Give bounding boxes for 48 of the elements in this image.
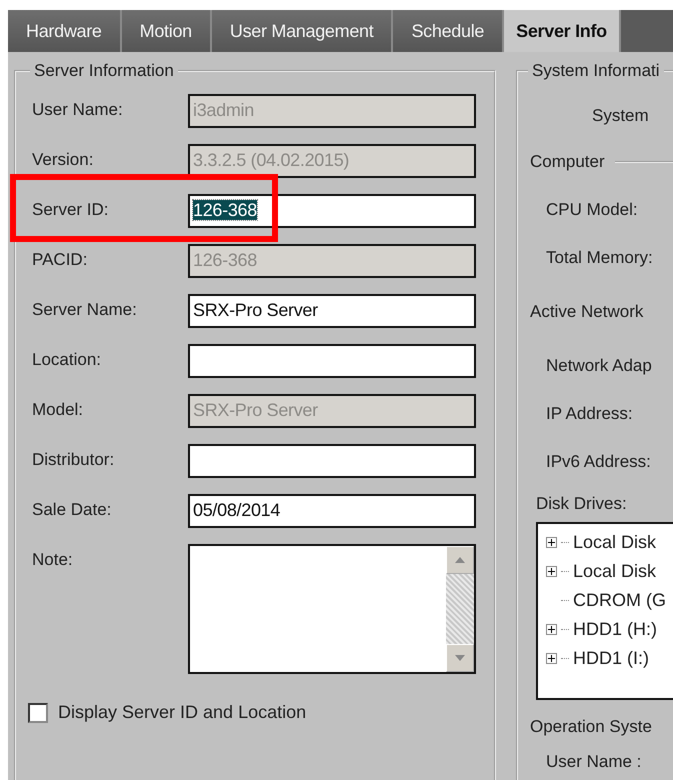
tab[interactable]: Hardware	[8, 10, 122, 52]
tab[interactable]: Server Info	[504, 10, 621, 52]
scroll-up-icon[interactable]	[446, 546, 474, 574]
info-label: Computer	[529, 152, 605, 172]
tab[interactable]: User Management	[212, 10, 394, 52]
tab[interactable]: Motion	[122, 10, 212, 52]
input-field[interactable]: SRX-Pro Server	[188, 294, 476, 328]
field-label: Model:	[32, 399, 84, 420]
field-label: Sale Date:	[32, 499, 112, 520]
disk-tree[interactable]: Local Disk Local Disk CDROM (G HDD1 (H:) HDD1 (I:)	[536, 522, 673, 700]
field-label: Version:	[32, 149, 94, 170]
expand-icon[interactable]	[546, 653, 557, 664]
note-field[interactable]	[188, 544, 476, 674]
field-label: Server Name:	[32, 299, 138, 320]
tree-item[interactable]: Local Disk	[546, 528, 673, 557]
scrollbar[interactable]	[446, 546, 474, 672]
tab[interactable]: Schedule	[393, 10, 504, 52]
input-field[interactable]	[188, 344, 476, 378]
field-label: PACID:	[32, 249, 88, 270]
tree-item[interactable]: HDD1 (H:)	[546, 615, 673, 644]
checkbox-label: Display Server ID and Location	[58, 702, 306, 723]
info-label: Network Adap	[545, 356, 652, 376]
tree-item[interactable]: HDD1 (I:)	[546, 644, 673, 673]
tree-item[interactable]: Local Disk	[546, 557, 673, 586]
group-title: System Informati	[528, 61, 664, 81]
info-label: IP Address:	[545, 404, 633, 424]
expand-icon[interactable]	[546, 624, 557, 635]
field-label: Location:	[32, 349, 102, 370]
scroll-down-icon[interactable]	[446, 644, 474, 672]
info-label: IPv6 Address:	[545, 452, 651, 472]
expand-icon[interactable]	[546, 537, 557, 548]
tree-item[interactable]: CDROM (G	[546, 586, 673, 615]
field-label: Distributor:	[32, 449, 116, 470]
expand-icon[interactable]	[546, 566, 557, 577]
input-field[interactable]: 126-368	[188, 194, 476, 228]
input-field[interactable]: 05/08/2014	[188, 494, 476, 528]
info-label: Operation Syste	[529, 717, 652, 737]
info-label: Disk Drives:	[535, 494, 627, 514]
field-label: Server ID:	[32, 199, 110, 220]
checkbox[interactable]	[28, 702, 48, 722]
field-label: Note:	[32, 549, 74, 570]
info-label: CPU Model:	[545, 200, 638, 220]
input-field[interactable]	[188, 444, 476, 478]
field-label: User Name:	[32, 99, 124, 120]
info-label: System	[591, 106, 649, 126]
info-label: Active Network	[529, 302, 644, 322]
info-label: User Name :	[545, 752, 642, 772]
info-label: Total Memory:	[545, 248, 653, 268]
